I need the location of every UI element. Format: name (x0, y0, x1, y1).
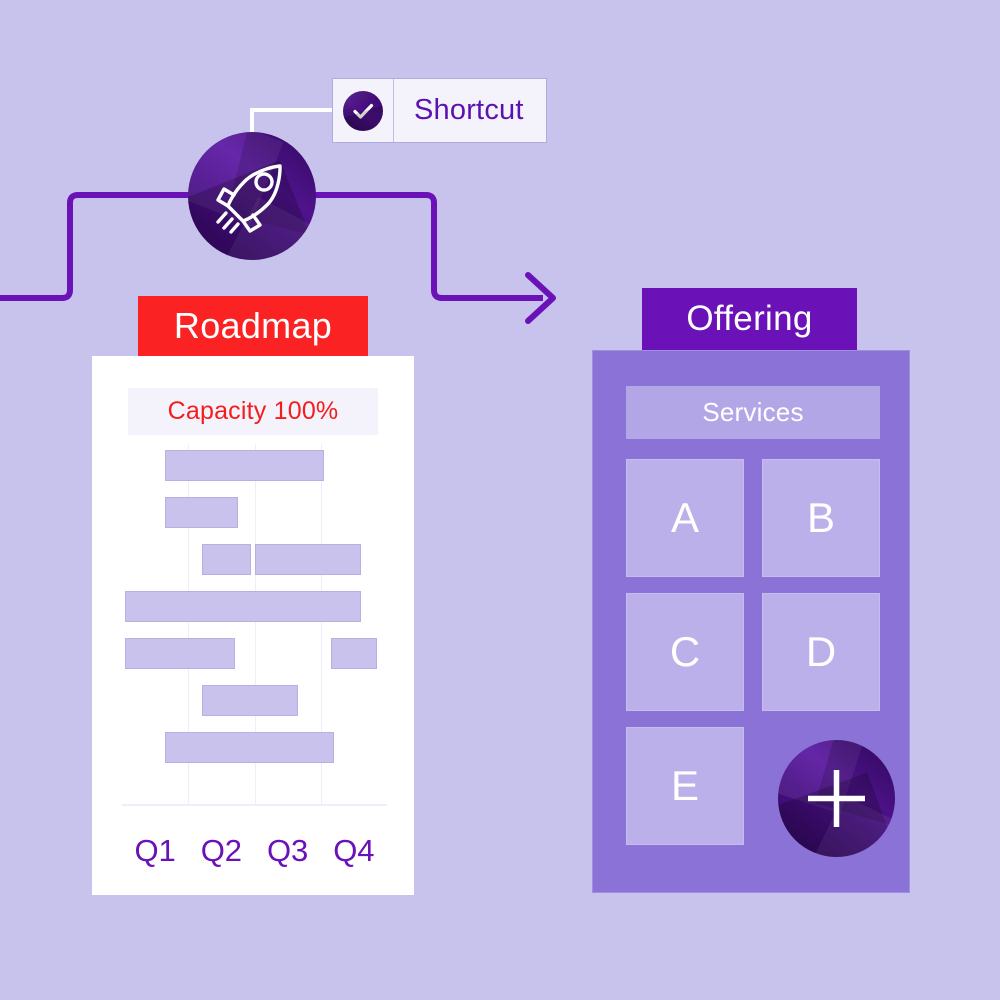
shortcut-icon-cell (333, 79, 394, 142)
capacity-badge: Capacity 100% (128, 388, 378, 435)
service-tile-a[interactable]: A (626, 459, 744, 577)
gantt-task-bar[interactable] (165, 497, 238, 528)
gantt-chart (92, 444, 414, 819)
gantt-task-bar[interactable] (165, 732, 334, 763)
service-tile-b[interactable]: B (762, 459, 880, 577)
gantt-task-bar[interactable] (201, 685, 298, 716)
gantt-task-bar[interactable] (254, 544, 361, 575)
roadmap-card: Capacity 100% Q1 Q2 Q3 Q4 (92, 356, 414, 895)
quarter-label-q3: Q3 (266, 833, 309, 868)
shortcut-label-cell: Shortcut (394, 79, 546, 142)
gantt-task-bar[interactable] (330, 638, 378, 669)
roadmap-title: Roadmap (173, 305, 333, 346)
diagram-canvas: Shortcut Roadmap Capacity 100% Q1 Q2 Q3 … (0, 0, 1000, 1000)
shortcut-chip[interactable]: Shortcut (332, 78, 547, 143)
gantt-axis-line (122, 804, 387, 806)
services-label: Services (702, 397, 804, 427)
arrow-right-icon (525, 272, 556, 324)
offering-header: Offering (642, 288, 857, 350)
quarter-label-q4: Q4 (333, 833, 375, 868)
service-tile-d[interactable]: D (762, 593, 880, 711)
services-banner[interactable]: Services (626, 386, 880, 439)
quarter-label-q1: Q1 (134, 833, 176, 868)
check-circle-icon (343, 90, 383, 131)
capacity-label: Capacity 100% (167, 397, 339, 425)
quarter-label-q2: Q2 (200, 833, 243, 868)
rocket-icon (216, 164, 282, 234)
rocket-badge[interactable] (188, 132, 316, 260)
add-service-button[interactable] (778, 740, 895, 857)
roadmap-header: Roadmap (138, 296, 368, 356)
shortcut-label: Shortcut (414, 94, 524, 126)
plus-icon (808, 770, 865, 827)
service-tile-e[interactable]: E (626, 727, 744, 845)
service-tile-c[interactable]: C (626, 593, 744, 711)
gantt-task-bar[interactable] (201, 544, 252, 575)
quarter-axis-labels: Q1 Q2 Q3 Q4 (92, 826, 414, 876)
offering-title: Offering (686, 299, 813, 338)
gantt-task-bar[interactable] (165, 450, 325, 481)
gantt-task-bar[interactable] (125, 638, 235, 669)
gantt-task-bar[interactable] (125, 591, 361, 622)
